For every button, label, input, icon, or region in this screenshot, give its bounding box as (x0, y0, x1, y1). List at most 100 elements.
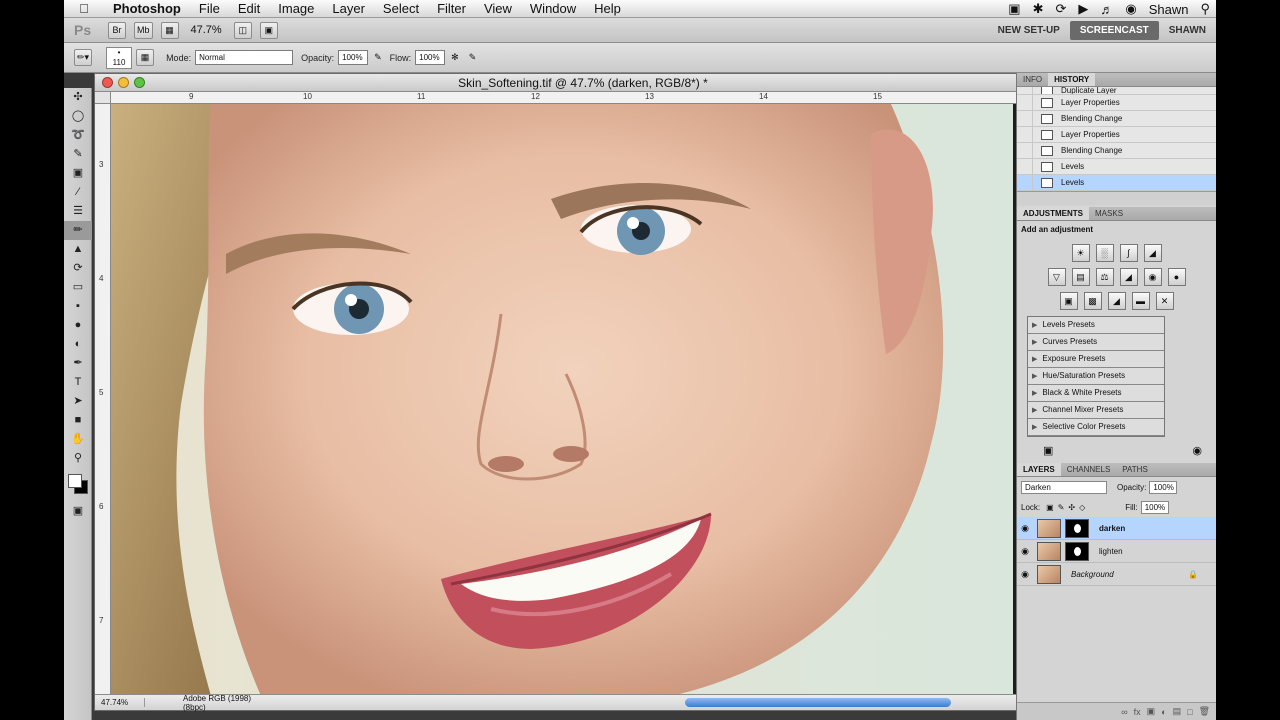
brightness-contrast-icon[interactable]: ☀ (1071, 244, 1090, 262)
layer-mask-thumbnail[interactable] (1065, 518, 1089, 538)
eyedropper-tool-icon[interactable]: ⁄ (64, 183, 92, 202)
screen-mode-button[interactable]: ▣ (259, 21, 278, 39)
adjustment-view-icon[interactable]: ▣ (1043, 444, 1053, 457)
dodge-tool-icon[interactable]: ◐ (64, 335, 92, 354)
pressure-opacity-icon[interactable]: ✎ (374, 52, 382, 63)
blend-mode-dropdown[interactable]: Darken (1021, 480, 1107, 494)
mode-dropdown[interactable]: Normal (195, 50, 294, 65)
adjustment-options-icon[interactable]: ◉ (1192, 444, 1202, 457)
marquee-tool-icon[interactable]: ◯ (64, 107, 92, 126)
airbrush-icon[interactable]: ✻ (451, 52, 459, 63)
vibrance-icon[interactable]: ▽ (1047, 268, 1066, 286)
mini-bridge-button[interactable]: Mb (134, 21, 153, 39)
workspace-shawn[interactable]: SHAWN (1159, 25, 1216, 36)
layer-row[interactable]: ◉ lighten (1017, 540, 1216, 563)
hue-saturation-icon[interactable]: ▤ (1071, 268, 1090, 286)
preset-item[interactable]: ▶ Exposure Presets (1028, 351, 1164, 368)
layer-name[interactable]: darken (1099, 524, 1125, 533)
preset-item[interactable]: ▶ Hue/Saturation Presets (1028, 368, 1164, 385)
menu-image[interactable]: Image (269, 1, 323, 16)
shape-tool-icon[interactable]: ■ (64, 411, 92, 430)
add-mask-icon[interactable]: ▣ (1147, 706, 1156, 717)
menu-file[interactable]: File (190, 1, 229, 16)
menu-filter[interactable]: Filter (428, 1, 475, 16)
delete-layer-icon[interactable]: 🗑 (1199, 706, 1210, 717)
view-extras-button[interactable]: ▦ (160, 21, 179, 39)
invert-icon[interactable]: ▣ (1059, 292, 1078, 310)
menu-layer[interactable]: Layer (323, 1, 374, 16)
quick-mask-icon[interactable]: ▣ (64, 502, 92, 521)
color-swatches[interactable] (64, 468, 91, 502)
menu-view[interactable]: View (475, 1, 521, 16)
lock-all-icon[interactable]: ◇ (1079, 503, 1085, 512)
preset-item[interactable]: ▶ Black & White Presets (1028, 385, 1164, 402)
search-icon[interactable]: ⚲ (1194, 1, 1216, 17)
tab-masks[interactable]: MASKS (1089, 207, 1129, 220)
horizontal-ruler[interactable]: 9 10 11 12 13 14 15 (111, 92, 1059, 104)
history-item[interactable]: Blending Change (1017, 110, 1216, 127)
sync-icon[interactable]: ⟳ (1049, 1, 1072, 17)
eye-icon[interactable]: ◉ (1017, 546, 1033, 557)
document-title-bar[interactable]: Skin_Softening.tif @ 47.7% (darken, RGB/… (95, 74, 1071, 92)
pressure-size-icon[interactable]: ✎ (469, 52, 477, 63)
zoom-level-select[interactable]: 47.7% (191, 24, 222, 36)
eye-icon[interactable]: ◉ (1017, 523, 1033, 534)
new-layer-icon[interactable]: □ (1187, 707, 1192, 717)
eraser-tool-icon[interactable]: ▭ (64, 278, 92, 297)
channel-mixer-icon[interactable]: ● (1167, 268, 1186, 286)
user-icon[interactable]: ◉ (1119, 1, 1142, 17)
layer-name[interactable]: lighten (1099, 547, 1123, 556)
lock-pixels-icon[interactable]: ✎ (1058, 503, 1065, 512)
threshold-icon[interactable]: ◢ (1107, 292, 1126, 310)
bridge-button[interactable]: Br (108, 21, 126, 39)
vertical-ruler[interactable]: 3 4 5 6 7 (95, 104, 111, 694)
tab-channels[interactable]: CHANNELS (1061, 463, 1117, 476)
menu-edit[interactable]: Edit (229, 1, 269, 16)
foreground-color-swatch[interactable] (68, 474, 82, 488)
history-item[interactable]: Levels (1017, 158, 1216, 175)
posterize-icon[interactable]: ▩ (1083, 292, 1102, 310)
gradient-map-icon[interactable]: ▬ (1131, 292, 1150, 310)
layer-row[interactable]: ◉ darken (1017, 517, 1216, 540)
preset-item[interactable]: ▶ Levels Presets (1028, 317, 1164, 334)
menu-window[interactable]: Window (521, 1, 585, 16)
lock-transparency-icon[interactable]: ▣ (1046, 503, 1054, 512)
menu-help[interactable]: Help (585, 1, 630, 16)
clone-stamp-tool-icon[interactable]: ▲ (64, 240, 92, 259)
fill-field[interactable]: 100% (1140, 500, 1169, 514)
healing-brush-tool-icon[interactable]: ☰ (64, 202, 92, 221)
pen-tool-icon[interactable]: ✒ (64, 354, 92, 373)
history-item-selected[interactable]: Levels (1017, 174, 1216, 191)
tab-history[interactable]: HISTORY (1048, 73, 1096, 86)
new-adjustment-layer-icon[interactable]: ◐ (1161, 707, 1166, 717)
crop-tool-icon[interactable]: ▣ (64, 164, 92, 183)
bluetooth-icon[interactable]: ✱ (1027, 1, 1050, 17)
tab-layers[interactable]: LAYERS (1017, 463, 1061, 476)
selective-color-icon[interactable]: ✕ (1155, 292, 1174, 310)
workspace-new-setup[interactable]: NEW SET-UP (988, 25, 1070, 36)
blur-tool-icon[interactable]: ● (64, 316, 92, 335)
arrange-documents-button[interactable]: ◫ (233, 21, 252, 39)
preset-item[interactable]: ▶ Curves Presets (1028, 334, 1164, 351)
ruler-origin[interactable] (95, 92, 111, 104)
photo-filter-icon[interactable]: ◉ (1143, 268, 1162, 286)
history-item[interactable]: Duplicate Layer (1017, 87, 1216, 95)
brush-preset-picker[interactable]: • 110 (106, 46, 133, 69)
image-canvas[interactable] (111, 104, 1059, 694)
menu-select[interactable]: Select (374, 1, 428, 16)
status-zoom[interactable]: 47.74% (95, 698, 145, 707)
menu-app[interactable]: Photoshop (104, 1, 190, 16)
quick-select-tool-icon[interactable]: ✎ (64, 145, 92, 164)
history-item[interactable]: Layer Properties (1017, 126, 1216, 143)
opacity-field[interactable]: 100% (338, 50, 369, 65)
layer-style-icon[interactable]: fx (1134, 707, 1141, 717)
lasso-tool-icon[interactable]: ➰ (64, 126, 92, 145)
tool-preset-picker[interactable]: ✏▾ (74, 49, 93, 66)
flow-field[interactable]: 100% (415, 50, 446, 65)
close-button[interactable] (102, 77, 113, 88)
zoom-button[interactable] (134, 77, 145, 88)
path-select-tool-icon[interactable]: ➤ (64, 392, 92, 411)
history-brush-tool-icon[interactable]: ⟳ (64, 259, 92, 278)
brush-tool-icon[interactable]: ✏ (64, 221, 92, 240)
hand-tool-icon[interactable]: ✋ (64, 430, 92, 449)
